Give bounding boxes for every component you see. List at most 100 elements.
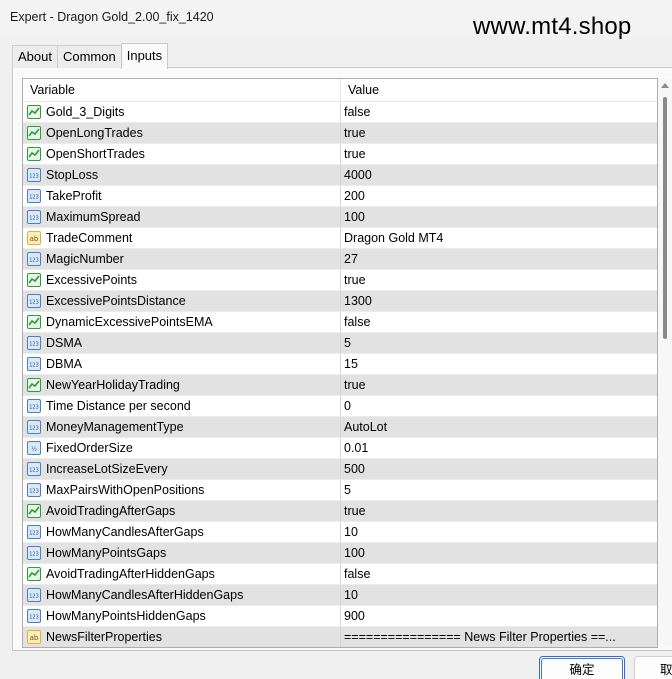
value-cell[interactable]: 200 (341, 186, 657, 206)
variable-cell: 123 Time Distance per second (23, 396, 341, 416)
cancel-button[interactable]: 取 (634, 656, 672, 679)
table-row[interactable]: ExcessivePoints true (23, 270, 657, 291)
integer-icon: 123 (27, 294, 41, 308)
svg-text:123: 123 (29, 531, 39, 537)
value-cell[interactable]: 500 (341, 459, 657, 479)
variable-cell: 123 DSMA (23, 333, 341, 353)
value-cell[interactable]: 10 (341, 522, 657, 542)
svg-text:123: 123 (29, 405, 39, 411)
column-header-value[interactable]: Value (341, 79, 657, 102)
table-row[interactable]: OpenLongTrades true (23, 123, 657, 144)
table-row[interactable]: 123 Time Distance per second 0 (23, 396, 657, 417)
table-row[interactable]: 123 MoneyManagementType AutoLot (23, 417, 657, 438)
table-row[interactable]: 123 HowManyPointsHiddenGaps 900 (23, 606, 657, 627)
table-row[interactable]: 123 DBMA 15 (23, 354, 657, 375)
variable-cell: 123 StopLoss (23, 165, 341, 185)
variable-cell: 123 HowManyPointsHiddenGaps (23, 606, 341, 626)
scroll-thumb[interactable] (663, 97, 667, 339)
double-icon: ½ (27, 441, 41, 455)
value-cell[interactable]: 10 (341, 585, 657, 605)
variable-name: StopLoss (46, 168, 99, 182)
value-cell[interactable]: true (341, 270, 657, 290)
variable-cell: 123 ExcessivePointsDistance (23, 291, 341, 311)
scroll-up-arrow-icon[interactable] (661, 83, 669, 88)
column-header-variable[interactable]: Variable (23, 79, 341, 102)
value-cell[interactable]: 5 (341, 480, 657, 500)
variable-cell: ab NewsFilterProperties (23, 627, 341, 647)
variable-name: MaximumSpread (46, 210, 141, 224)
variable-cell: 123 MoneyManagementType (23, 417, 341, 437)
value-cell[interactable]: true (341, 144, 657, 164)
table-row[interactable]: AvoidTradingAfterHiddenGaps false (23, 564, 657, 585)
variable-cell: Gold_3_Digits (23, 102, 341, 122)
value-cell[interactable]: 100 (341, 207, 657, 227)
bool-chart-icon (27, 126, 41, 140)
svg-text:123: 123 (29, 594, 39, 600)
table-row[interactable]: 123 IncreaseLotSizeEvery 500 (23, 459, 657, 480)
svg-text:½: ½ (31, 446, 37, 453)
value-cell[interactable]: 4000 (341, 165, 657, 185)
value-cell[interactable]: 0.01 (341, 438, 657, 458)
tab-about[interactable]: About (12, 45, 58, 68)
value-cell[interactable]: false (341, 312, 657, 332)
variable-cell: AvoidTradingAfterGaps (23, 501, 341, 521)
integer-icon: 123 (27, 210, 41, 224)
variable-cell: 123 HowManyPointsGaps (23, 543, 341, 563)
integer-icon: 123 (27, 609, 41, 623)
variable-cell: 123 MagicNumber (23, 249, 341, 269)
table-row[interactable]: 123 MaximumSpread 100 (23, 207, 657, 228)
value-cell[interactable]: 100 (341, 543, 657, 563)
value-cell[interactable]: true (341, 501, 657, 521)
table-row[interactable]: NewYearHolidayTrading true (23, 375, 657, 396)
integer-icon: 123 (27, 588, 41, 602)
value-cell[interactable]: 900 (341, 606, 657, 626)
value-cell[interactable]: ================ News Filter Properties … (341, 627, 657, 647)
table-row[interactable]: 123 TakeProfit 200 (23, 186, 657, 207)
table-row[interactable]: 123 MagicNumber 27 (23, 249, 657, 270)
table-row[interactable]: ½ FixedOrderSize 0.01 (23, 438, 657, 459)
vertical-scrollbar[interactable] (658, 79, 672, 647)
variable-name: MagicNumber (46, 252, 124, 266)
value-cell[interactable]: false (341, 564, 657, 584)
bool-chart-icon (27, 315, 41, 329)
value-cell[interactable]: 27 (341, 249, 657, 269)
value-cell[interactable]: AutoLot (341, 417, 657, 437)
variable-name: HowManyPointsHiddenGaps (46, 609, 206, 623)
tab-common[interactable]: Common (56, 45, 122, 68)
table-row[interactable]: OpenShortTrades true (23, 144, 657, 165)
variable-name: HowManyCandlesAfterGaps (46, 525, 204, 539)
value-cell[interactable]: true (341, 375, 657, 395)
ok-button[interactable]: 确定 (539, 656, 625, 679)
variable-name: ExcessivePointsDistance (46, 294, 186, 308)
table-row[interactable]: 123 HowManyCandlesAfterGaps 10 (23, 522, 657, 543)
tab-inputs[interactable]: Inputs (120, 43, 169, 69)
table-row[interactable]: 123 MaxPairsWithOpenPositions 5 (23, 480, 657, 501)
table-row[interactable]: Gold_3_Digits false (23, 102, 657, 123)
value-cell[interactable]: 5 (341, 333, 657, 353)
table-row[interactable]: AvoidTradingAfterGaps true (23, 501, 657, 522)
svg-text:123: 123 (29, 552, 39, 558)
string-icon: ab (27, 231, 41, 245)
value-cell[interactable]: false (341, 102, 657, 122)
variable-name: OpenShortTrades (46, 147, 145, 161)
table-row[interactable]: 123 ExcessivePointsDistance 1300 (23, 291, 657, 312)
table-row[interactable]: DynamicExcessivePointsEMA false (23, 312, 657, 333)
variable-cell: 123 MaximumSpread (23, 207, 341, 227)
value-cell[interactable]: 15 (341, 354, 657, 374)
variable-name: NewsFilterProperties (46, 630, 163, 644)
value-cell[interactable]: 0 (341, 396, 657, 416)
variable-name: ExcessivePoints (46, 273, 138, 287)
table-row[interactable]: ab TradeComment Dragon Gold MT4 (23, 228, 657, 249)
variable-name: AvoidTradingAfterHiddenGaps (46, 567, 215, 581)
svg-text:123: 123 (29, 342, 39, 348)
value-cell[interactable]: 1300 (341, 291, 657, 311)
table-row[interactable]: 123 DSMA 5 (23, 333, 657, 354)
table-row[interactable]: ab NewsFilterProperties ================ N… (23, 627, 657, 647)
table-row[interactable]: 123 StopLoss 4000 (23, 165, 657, 186)
value-cell[interactable]: true (341, 123, 657, 143)
table-row[interactable]: 123 HowManyCandlesAfterHiddenGaps 10 (23, 585, 657, 606)
variable-cell: ab TradeComment (23, 228, 341, 248)
table-row[interactable]: 123 HowManyPointsGaps 100 (23, 543, 657, 564)
value-cell[interactable]: Dragon Gold MT4 (341, 228, 657, 248)
title-bar: Expert - Dragon Gold_2.00_fix_1420 www.m… (0, 0, 672, 40)
